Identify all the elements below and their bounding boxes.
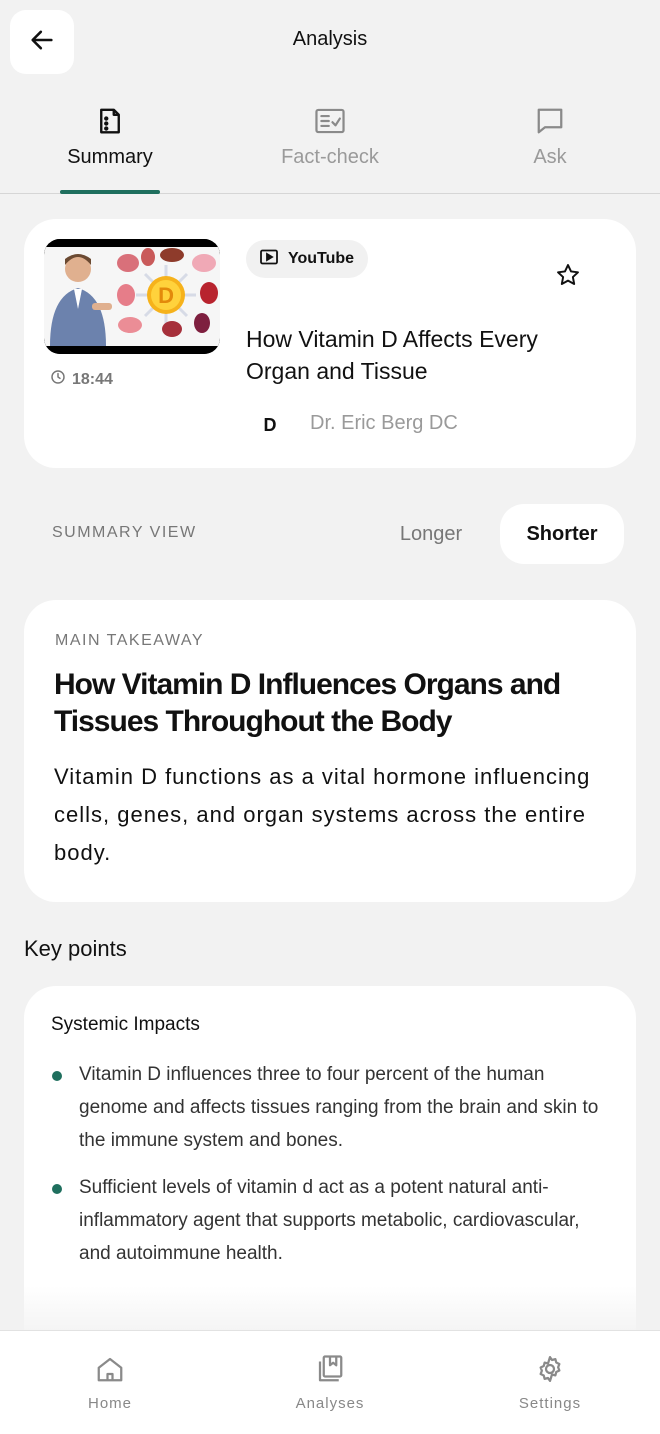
list-item: Vitamin D influences three to four perce… bbox=[52, 1058, 612, 1157]
tab-label: Fact-check bbox=[281, 146, 379, 168]
nav-label: Analyses bbox=[295, 1395, 365, 1412]
list-item-text: Vitamin D influences three to four perce… bbox=[79, 1064, 599, 1151]
takeaway-body: Vitamin D functions as a vital hormone i… bbox=[54, 764, 591, 865]
video-title: How Vitamin D Affects Every Organ and Ti… bbox=[246, 326, 538, 384]
list-item-text: Sufficient levels of vitamin d act as a … bbox=[79, 1177, 580, 1264]
tab-label: Summary bbox=[67, 146, 153, 168]
takeaway-kicker: MAIN TAKEAWAY bbox=[55, 632, 204, 649]
tab-summary[interactable]: Summary bbox=[0, 96, 220, 194]
home-icon bbox=[94, 1353, 126, 1385]
duration-text: 18:44 bbox=[72, 370, 113, 388]
bookmark-stack-icon bbox=[314, 1353, 346, 1385]
main-takeaway-card: MAIN TAKEAWAY How Vitamin D Influences O… bbox=[24, 600, 636, 902]
tab-fact-check[interactable]: Fact-check bbox=[220, 96, 440, 194]
nav-label: Home bbox=[87, 1395, 132, 1412]
tab-ask[interactable]: Ask bbox=[440, 96, 660, 194]
thumbnail-vitamin-letter: D bbox=[158, 283, 174, 308]
tab-label: Ask bbox=[533, 146, 567, 168]
checklist-icon bbox=[314, 106, 346, 136]
key-points-heading: Key points bbox=[24, 936, 127, 961]
star-icon bbox=[555, 262, 581, 293]
video-duration: 18:44 bbox=[50, 369, 113, 390]
summary-view-label: SUMMARY VIEW bbox=[52, 524, 197, 541]
tab-bar: Summary Fact-check Ask bbox=[0, 96, 660, 194]
takeaway-title: How Vitamin D Influences Organs and Tiss… bbox=[54, 668, 561, 738]
key-points-section-title: Systemic Impacts bbox=[51, 1014, 200, 1035]
channel-name: Dr. Eric Berg DC bbox=[310, 412, 458, 434]
bullet-dot bbox=[52, 1184, 62, 1194]
bullet-dot bbox=[52, 1071, 62, 1081]
longer-option[interactable]: Longer bbox=[376, 504, 486, 564]
active-tab-indicator bbox=[60, 190, 160, 194]
favorite-button[interactable] bbox=[552, 261, 584, 293]
video-thumbnail[interactable]: D bbox=[44, 239, 220, 354]
play-icon bbox=[260, 249, 278, 270]
document-icon bbox=[95, 106, 125, 136]
nav-label: Settings bbox=[518, 1395, 582, 1412]
nav-settings[interactable]: Settings bbox=[440, 1331, 660, 1434]
channel-avatar: D bbox=[263, 414, 277, 435]
key-points-list: Vitamin D influences three to four perce… bbox=[52, 1058, 612, 1284]
chat-icon bbox=[534, 106, 566, 136]
gear-icon bbox=[535, 1353, 565, 1385]
nav-analyses[interactable]: Analyses bbox=[220, 1331, 440, 1434]
clock-icon bbox=[50, 369, 66, 390]
video-card[interactable]: D 18:44 YouTube How Vitamin D Affects Ev… bbox=[24, 219, 636, 468]
shorter-option[interactable]: Shorter bbox=[500, 504, 624, 564]
scroll-fade bbox=[0, 1286, 660, 1334]
list-item: Sufficient levels of vitamin d act as a … bbox=[52, 1171, 612, 1270]
bottom-navigation: Home Analyses Settings bbox=[0, 1330, 660, 1434]
source-badge: YouTube bbox=[246, 240, 369, 278]
top-bar: Analysis bbox=[0, 0, 660, 84]
source-label: YouTube bbox=[288, 250, 355, 267]
page-title: Analysis bbox=[292, 28, 368, 50]
nav-home[interactable]: Home bbox=[0, 1331, 220, 1434]
